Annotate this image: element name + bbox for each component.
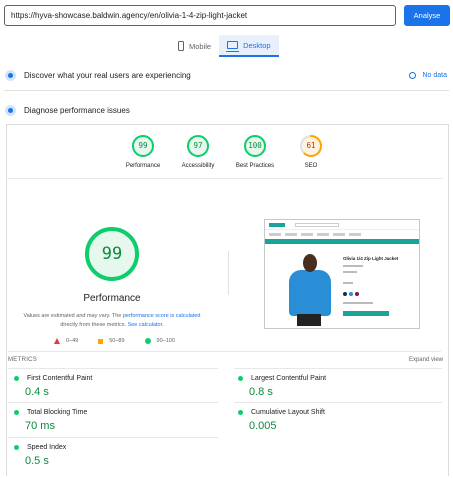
metric-value: 0.5 s: [25, 455, 49, 467]
metric-name: Total Blocking Time: [27, 409, 88, 416]
pass-circle-icon: [14, 410, 19, 415]
category-score: 100: [248, 141, 262, 150]
metric-cls: Cumulative Layout Shift 0.005: [236, 409, 436, 432]
info-icon: [409, 71, 417, 79]
swatch: [343, 292, 347, 296]
product-image: [289, 270, 331, 316]
fail-triangle-icon: [54, 338, 60, 344]
category-score: 99: [138, 141, 148, 150]
score-ring: 100: [243, 134, 267, 158]
device-tabs: Mobile Desktop: [170, 35, 279, 57]
category-gauge-accessibility[interactable]: 97 Accessibility: [168, 134, 228, 169]
divider: [6, 178, 443, 179]
category-gauge-performance[interactable]: 99 Performance: [113, 134, 173, 169]
tab-desktop-label: Desktop: [243, 40, 271, 50]
no-data-link[interactable]: No data: [409, 71, 447, 79]
metric-name: First Contentful Paint: [27, 375, 93, 382]
category-name: SEO: [304, 163, 318, 169]
site-banner: [265, 239, 419, 244]
metrics-label: METRICS: [8, 357, 38, 363]
text-line: [343, 282, 353, 284]
product-title: Olivia 1/4 Zip Light Jacket: [343, 256, 399, 261]
metric-name: Cumulative Layout Shift: [251, 409, 325, 416]
score-ring: 97: [186, 134, 210, 158]
metric-si: Speed Index 0.5 s: [12, 444, 212, 467]
phone-icon: [178, 41, 184, 51]
metric-value: 0.8 s: [249, 386, 273, 398]
page-screenshot: Olivia 1/4 Zip Light Jacket: [264, 219, 420, 329]
swatch: [355, 292, 359, 296]
no-data-label: No data: [422, 71, 447, 79]
diagnose-title: Diagnose performance issues: [24, 105, 130, 115]
divider: [8, 351, 441, 352]
legend-pass: 90–100: [156, 338, 175, 344]
score-calculated-link[interactable]: performance score is calculated: [123, 313, 201, 319]
diagnose-section: Diagnose performance issues: [4, 101, 449, 119]
pass-circle-icon: [14, 376, 19, 381]
pass-circle-icon: [238, 410, 243, 415]
score-ring: 99: [131, 134, 155, 158]
site-search: [295, 223, 339, 227]
pass-circle-icon: [14, 445, 19, 450]
metric-value: 0.005: [249, 420, 277, 432]
model-head: [303, 254, 317, 272]
metric-value: 70 ms: [25, 420, 55, 432]
site-logo: [269, 223, 285, 227]
site-header: [265, 220, 419, 230]
divider: [8, 402, 218, 403]
text-line: [343, 302, 373, 304]
pass-circle-icon: [238, 376, 243, 381]
divider: [8, 368, 218, 369]
category-gauge-seo[interactable]: 61 SEO: [281, 134, 341, 169]
divider: [4, 90, 449, 91]
divider: [234, 368, 442, 369]
metric-fcp: First Contentful Paint 0.4 s: [12, 375, 212, 398]
performance-note: Values are estimated and may vary. The p…: [23, 313, 201, 328]
metric-name: Largest Contentful Paint: [251, 375, 327, 382]
average-square-icon: [98, 338, 104, 344]
swatch: [349, 292, 353, 296]
users-icon: [5, 69, 16, 81]
model-legs: [297, 314, 321, 326]
score-legend: 0–49 50–89 90–100: [54, 338, 175, 344]
add-to-cart: [343, 311, 389, 316]
tab-desktop[interactable]: Desktop: [219, 35, 279, 57]
url-input[interactable]: https://hyva-showcase.baldwin.agency/en/…: [4, 5, 396, 26]
divider: [234, 402, 442, 403]
category-name: Performance: [125, 163, 161, 169]
category-score: 97: [193, 141, 203, 150]
see-calculator-link[interactable]: See calculator: [128, 322, 163, 328]
tab-mobile-label: Mobile: [189, 41, 212, 51]
metric-lcp: Largest Contentful Paint 0.8 s: [236, 375, 436, 398]
category-name: Best Practices: [235, 163, 275, 169]
text-line: [343, 271, 357, 273]
divider: [8, 437, 218, 438]
site-nav: [265, 232, 419, 238]
tab-mobile[interactable]: Mobile: [170, 35, 219, 57]
expand-view-button[interactable]: Expand view: [409, 357, 443, 363]
field-data-title: Discover what your real users are experi…: [24, 70, 191, 80]
score-ring: 61: [299, 134, 323, 158]
legend-fail: 0–49: [66, 338, 79, 344]
performance-score: 99: [101, 244, 123, 264]
pass-circle-icon: [144, 338, 151, 344]
metric-name: Speed Index: [27, 444, 67, 451]
category-name: Accessibility: [181, 163, 215, 169]
analyse-button[interactable]: Analyse: [404, 5, 450, 26]
performance-title: Performance: [83, 293, 141, 304]
lab-icon: [5, 104, 16, 116]
metric-tbt: Total Blocking Time 70 ms: [12, 409, 212, 432]
desktop-icon: [226, 41, 240, 52]
field-data-section: Discover what your real users are experi…: [4, 66, 449, 84]
category-gauge-best-practices[interactable]: 100 Best Practices: [225, 134, 285, 169]
category-score: 61: [306, 141, 316, 150]
metric-value: 0.4 s: [25, 386, 49, 398]
legend-average: 50–89: [109, 338, 125, 344]
text-line: [343, 265, 363, 267]
vertical-divider: [228, 251, 229, 295]
